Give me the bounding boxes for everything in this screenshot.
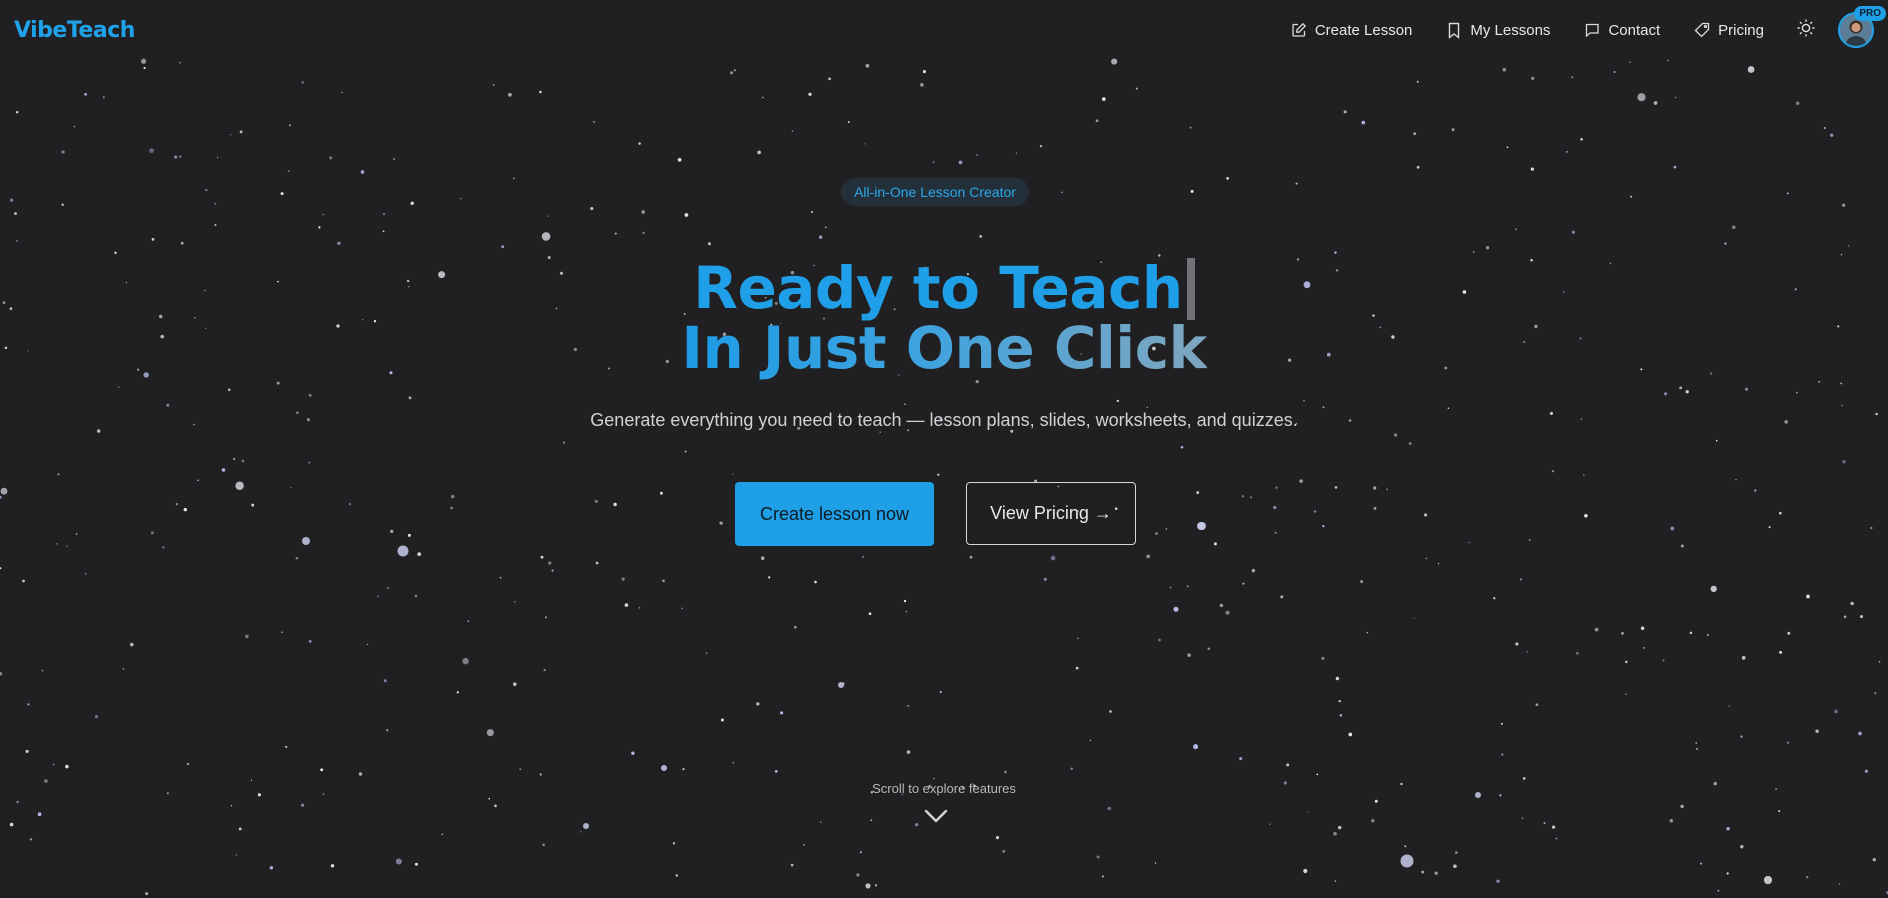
headline-line2-text: In Just One Click: [681, 314, 1207, 382]
nav-pricing[interactable]: Pricing: [1694, 22, 1764, 39]
top-navbar: VibeTeach Create Lesson My Lessons Conta…: [0, 0, 1888, 60]
tag-icon: [1694, 22, 1710, 38]
typing-caret: [1186, 258, 1195, 320]
hero-subtitle: Generate everything you need to teach — …: [590, 410, 1298, 430]
message-icon: [1584, 22, 1600, 38]
bookmark-icon: [1446, 22, 1462, 39]
nav-create-lesson[interactable]: Create Lesson: [1291, 21, 1413, 39]
chevron-down-icon[interactable]: [923, 808, 949, 829]
hero-headline-line1: Ready to Teach: [0, 258, 1888, 320]
edit-icon: [1291, 22, 1307, 38]
hero-section: All-in-One Lesson Creator Ready to Teach…: [0, 0, 1888, 898]
user-avatar-button[interactable]: PRO: [1838, 6, 1886, 48]
nav-contact-label: Contact: [1608, 21, 1661, 39]
hero-headline-line2: In Just One Click: [0, 318, 1888, 378]
main-nav: Create Lesson My Lessons Contact Pricing…: [1257, 0, 1886, 60]
nav-contact[interactable]: Contact: [1584, 22, 1660, 39]
hero-badge: All-in-One Lesson Creator: [841, 178, 1029, 206]
nav-pricing-label: Pricing: [1718, 21, 1764, 39]
pro-badge: PRO: [1854, 6, 1886, 21]
scroll-hint: Scroll to explore features: [872, 781, 1016, 796]
view-pricing-button[interactable]: View Pricing →: [966, 482, 1136, 545]
sun-icon: [1796, 18, 1816, 43]
logo[interactable]: VibeTeach: [14, 18, 135, 43]
create-lesson-button[interactable]: Create lesson now: [735, 482, 934, 546]
page: VibeTeach Create Lesson My Lessons Conta…: [0, 0, 1888, 898]
nav-create-lesson-label: Create Lesson: [1314, 21, 1413, 39]
nav-my-lessons-label: My Lessons: [1470, 21, 1551, 39]
nav-my-lessons[interactable]: My Lessons: [1446, 22, 1550, 39]
theme-toggle-button[interactable]: [1796, 18, 1816, 43]
headline-line1-text: Ready to Teach: [693, 254, 1183, 322]
